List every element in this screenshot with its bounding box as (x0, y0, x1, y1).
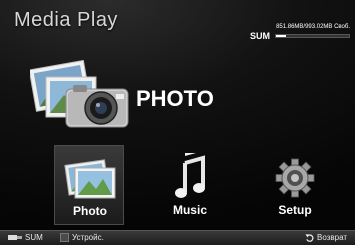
return-hint-label: Возврат (317, 233, 347, 242)
media-menu: Photo Music Setup (0, 145, 355, 225)
menu-item-music[interactable]: Music (155, 145, 225, 225)
hero-title: PHOTO (136, 86, 214, 111)
app-title: Media Play (14, 9, 118, 31)
photo-icon (55, 154, 125, 204)
storage-device-label: SUM (250, 31, 270, 41)
photo-hero-image (28, 55, 140, 137)
sum-hint-label: SUM (25, 233, 43, 242)
storage-usage-bar (275, 34, 350, 38)
storage-indicator: 851.86MB/993.02MB Своб. SUM (250, 24, 350, 46)
storage-usage-fill (276, 35, 287, 37)
bottom-hint-bar: SUM Устройс. Возврат (0, 230, 355, 245)
usb-icon (8, 235, 22, 240)
device-hint-label: Устройс. (72, 233, 104, 242)
media-play-screen: Media Play 851.86MB/993.02MB Своб. SUM P… (0, 0, 355, 245)
storage-usage-text: 851.86MB/993.02MB Своб. (276, 24, 350, 30)
sum-hint[interactable]: SUM (8, 233, 43, 242)
device-hint[interactable]: Устройс. (60, 233, 104, 242)
menu-label-photo: Photo (73, 204, 107, 218)
menu-item-setup[interactable]: Setup (260, 145, 330, 225)
menu-label-setup: Setup (278, 203, 312, 217)
color-key-icon (60, 233, 69, 242)
camera-photos-icon (28, 59, 129, 128)
return-arrow-icon (305, 234, 314, 242)
music-note-icon (155, 145, 225, 203)
return-hint[interactable]: Возврат (305, 233, 347, 242)
menu-label-music: Music (172, 203, 207, 217)
menu-item-photo[interactable]: Photo (54, 145, 124, 225)
gear-icon (260, 153, 330, 203)
